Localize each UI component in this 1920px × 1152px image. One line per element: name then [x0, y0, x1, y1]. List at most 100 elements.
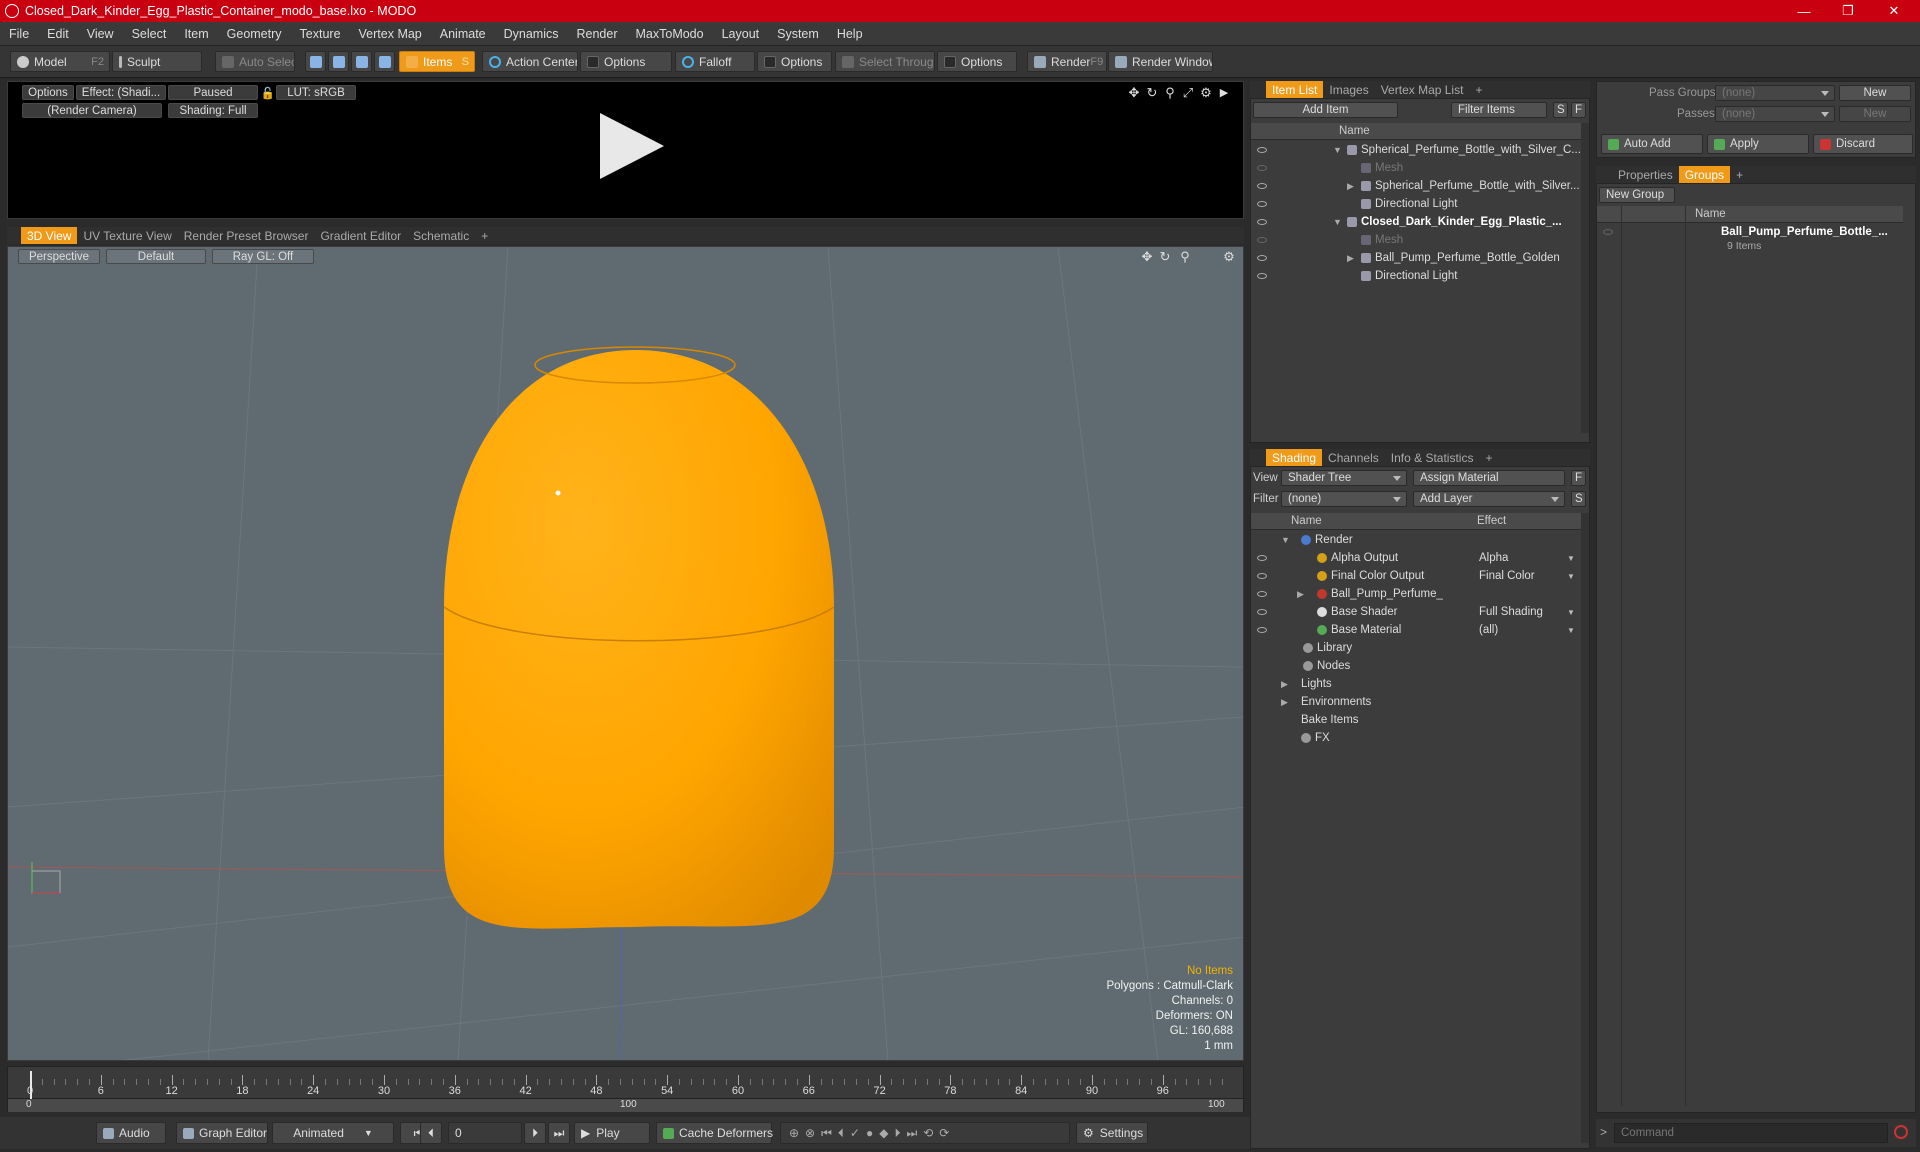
default-dropdown[interactable]: Default: [106, 249, 206, 264]
tab-info-statistics[interactable]: Info & Statistics: [1385, 449, 1480, 466]
menu-system[interactable]: System: [768, 27, 828, 41]
timeline[interactable]: 061218243036424854606672788490960100100: [7, 1066, 1244, 1112]
group-row[interactable]: Ball_Pump_Perfume_Bottle_... 9 Items: [1597, 224, 1903, 264]
add-layer-dropdown[interactable]: Add Layer: [1413, 491, 1565, 507]
name-column-header[interactable]: Name: [1291, 515, 1477, 527]
shader-tree-row[interactable]: FX: [1251, 729, 1581, 747]
apply-button[interactable]: Apply: [1707, 134, 1809, 154]
preview-options-button[interactable]: Options: [22, 85, 74, 100]
action-center-button[interactable]: Action Center: [482, 51, 578, 72]
render-camera-dropdown[interactable]: (Render Camera): [22, 103, 162, 118]
lock-icon[interactable]: 🔓: [262, 85, 274, 100]
new-pass-group-button[interactable]: New: [1839, 85, 1911, 101]
rotate-icon[interactable]: ↻: [1158, 249, 1172, 264]
add-tab-button[interactable]: +: [1469, 81, 1488, 98]
pan-icon[interactable]: ✥: [1128, 85, 1140, 100]
gear-icon[interactable]: ⚙: [1200, 85, 1212, 100]
menu-layout[interactable]: Layout: [713, 27, 769, 41]
shader-tree-row[interactable]: ▶ Lights: [1251, 675, 1581, 693]
egg-container-mesh[interactable]: [444, 350, 834, 929]
passes-dropdown[interactable]: (none): [1715, 106, 1835, 122]
tab-groups[interactable]: Groups: [1678, 166, 1731, 183]
select-through-button[interactable]: Select Through: [835, 51, 935, 72]
shading-dropdown[interactable]: Shading: Full: [168, 103, 258, 118]
select-options-button[interactable]: Options: [937, 51, 1017, 72]
chevron-right-icon[interactable]: ▶: [1281, 679, 1288, 690]
menu-edit[interactable]: Edit: [38, 27, 78, 41]
timeline-ruler[interactable]: 061218243036424854606672788490960100100: [8, 1067, 1243, 1113]
falloff-button[interactable]: Falloff: [675, 51, 755, 72]
eye-icon[interactable]: [1257, 273, 1267, 279]
animated-dropdown[interactable]: Animated ▼: [272, 1122, 394, 1144]
new-group-button[interactable]: New Group: [1599, 187, 1675, 203]
playhead[interactable]: [30, 1071, 32, 1099]
shader-tree-row[interactable]: Final Color Output Final Color ▼: [1251, 567, 1581, 585]
chevron-down-icon[interactable]: ▼: [1567, 554, 1575, 563]
render-preview[interactable]: Options Effect: (Shadi... Paused 🔓 LUT: …: [7, 81, 1244, 219]
item-list-row[interactable]: Directional Light: [1251, 195, 1581, 213]
play-button[interactable]: ▶ Play: [574, 1122, 650, 1144]
minimize-button[interactable]: —: [1782, 0, 1826, 22]
add-tab-button[interactable]: +: [475, 227, 494, 244]
filter-dropdown[interactable]: (none): [1281, 491, 1407, 507]
edge-select-button[interactable]: [328, 51, 349, 72]
s-toggle[interactable]: S: [1553, 102, 1568, 118]
discard-button[interactable]: Discard: [1813, 134, 1913, 154]
eye-icon[interactable]: [1257, 609, 1267, 615]
render-window-button[interactable]: Render Window: [1108, 51, 1213, 72]
s-toggle[interactable]: S: [1571, 491, 1586, 507]
tab-gradient-editor[interactable]: Gradient Editor: [314, 227, 407, 244]
graph-editor-button[interactable]: Graph Editor: [176, 1122, 268, 1144]
record-icon[interactable]: [1894, 1125, 1908, 1139]
keyframe-tools[interactable]: ⊕⊗⏮⏴✓●◆⏵⏭⟲⟳: [780, 1122, 1070, 1144]
auto-select-button[interactable]: Auto Select: [215, 51, 295, 72]
item-list-row[interactable]: ▶ Spherical_Perfume_Bottle_with_Silver...: [1251, 177, 1581, 195]
shader-tree-row[interactable]: Library: [1251, 639, 1581, 657]
sculpt-mode-button[interactable]: Sculpt: [112, 51, 202, 72]
paused-button[interactable]: Paused: [168, 85, 258, 100]
vertex-select-button[interactable]: [305, 51, 326, 72]
chevron-down-icon[interactable]: ▼: [1333, 145, 1342, 155]
menu-select[interactable]: Select: [123, 27, 176, 41]
menu-texture[interactable]: Texture: [291, 27, 350, 41]
shader-tree-row[interactable]: Bake Items: [1251, 711, 1581, 729]
tab-shading[interactable]: Shading: [1266, 449, 1323, 466]
pass-groups-dropdown[interactable]: (none): [1715, 85, 1835, 101]
tab-uv-texture-view[interactable]: UV Texture View: [77, 227, 177, 244]
tab-images[interactable]: Images: [1323, 81, 1374, 98]
chevron-down-icon[interactable]: ▼: [1567, 626, 1575, 635]
3d-viewport[interactable]: Perspective Default Ray GL: Off ✥ ↻ ⚲ ⚙ …: [7, 246, 1244, 1061]
effect-dropdown[interactable]: Effect: (Shadi...: [76, 85, 166, 100]
eye-icon[interactable]: [1257, 147, 1267, 153]
viewport-canvas[interactable]: [8, 247, 1244, 1061]
step-forward-button[interactable]: ⏵: [524, 1122, 546, 1144]
eye-icon[interactable]: [1257, 237, 1267, 243]
eye-icon[interactable]: [1257, 201, 1267, 207]
action-center-options-button[interactable]: Options: [580, 51, 672, 72]
perspective-dropdown[interactable]: Perspective: [18, 249, 100, 264]
rotate-icon[interactable]: ↻: [1146, 85, 1158, 100]
tab-item-list[interactable]: Item List: [1266, 81, 1324, 98]
render-button[interactable]: Render F9: [1027, 51, 1107, 72]
effect-value[interactable]: Final Color: [1479, 570, 1535, 582]
add-tab-button[interactable]: +: [1479, 449, 1498, 466]
eye-icon[interactable]: [1257, 183, 1267, 189]
zoom-icon[interactable]: ⚲: [1178, 249, 1192, 264]
eye-icon[interactable]: [1257, 555, 1267, 561]
polygon-select-button[interactable]: [351, 51, 372, 72]
menu-view[interactable]: View: [78, 27, 123, 41]
skip-to-end-button[interactable]: ⏭: [548, 1122, 570, 1144]
effect-value[interactable]: Alpha: [1479, 552, 1508, 564]
add-tab-button[interactable]: +: [1730, 166, 1749, 183]
audio-button[interactable]: Audio: [96, 1122, 166, 1144]
play-icon[interactable]: [600, 113, 664, 179]
effect-column-header[interactable]: Effect: [1477, 515, 1506, 527]
menu-geometry[interactable]: Geometry: [218, 27, 291, 41]
menu-dynamics[interactable]: Dynamics: [495, 27, 568, 41]
new-pass-button[interactable]: New: [1839, 106, 1911, 122]
name-column-header[interactable]: Name: [1695, 208, 1726, 220]
shader-tree-row[interactable]: Alpha Output Alpha ▼: [1251, 549, 1581, 567]
gear-icon[interactable]: ⚙: [1222, 249, 1236, 264]
settings-button[interactable]: ⚙ Settings: [1076, 1122, 1148, 1144]
menu-help[interactable]: Help: [828, 27, 872, 41]
